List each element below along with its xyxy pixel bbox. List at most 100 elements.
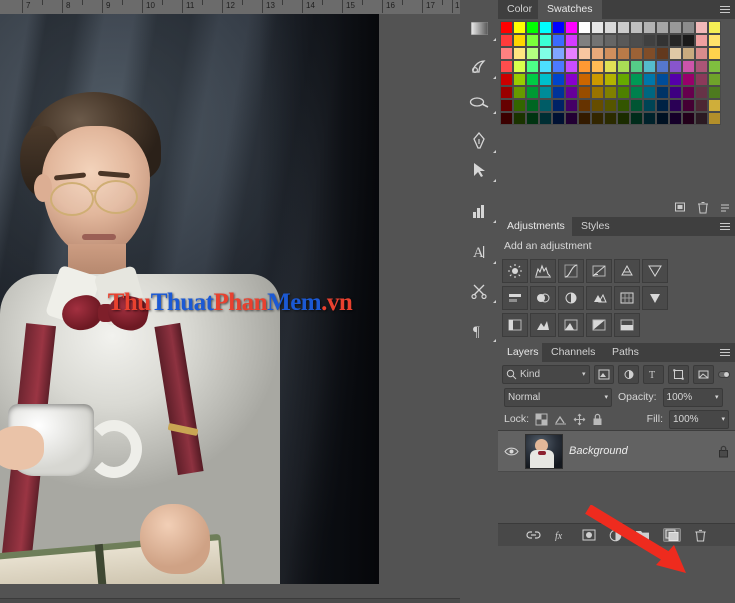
color-swatch[interactable] xyxy=(565,34,578,47)
new-layer-icon[interactable] xyxy=(663,528,681,542)
color-swatch[interactable] xyxy=(513,60,526,73)
color-swatch[interactable] xyxy=(643,73,656,86)
swatch-grid[interactable] xyxy=(500,21,721,125)
pixel-layer-filter-icon[interactable] xyxy=(593,364,615,384)
type-layer-filter-icon[interactable]: T xyxy=(643,364,665,384)
posterize-icon[interactable] xyxy=(502,313,528,337)
color-swatch[interactable] xyxy=(669,86,682,99)
chevron-down-icon[interactable]: ▾ xyxy=(604,393,608,401)
tab-paths[interactable]: Paths xyxy=(603,343,648,362)
color-swatch[interactable] xyxy=(695,86,708,99)
vibrance-icon[interactable] xyxy=(614,259,640,283)
color-swatch[interactable] xyxy=(591,73,604,86)
color-swatch[interactable] xyxy=(682,99,695,112)
color-swatch[interactable] xyxy=(500,21,513,34)
color-swatch[interactable] xyxy=(630,99,643,112)
color-balance-icon[interactable] xyxy=(502,286,528,310)
invert-icon[interactable] xyxy=(642,286,668,310)
brightness-contrast-icon[interactable] xyxy=(502,259,528,283)
color-swatch[interactable] xyxy=(500,34,513,47)
layer-name[interactable]: Background xyxy=(569,445,712,457)
tool-blur[interactable] xyxy=(460,52,498,81)
color-swatch[interactable] xyxy=(565,60,578,73)
color-swatch[interactable] xyxy=(578,73,591,86)
exposure-icon[interactable] xyxy=(586,259,612,283)
color-swatch[interactable] xyxy=(604,73,617,86)
color-swatch[interactable] xyxy=(708,86,721,99)
color-swatch[interactable] xyxy=(643,60,656,73)
color-swatch[interactable] xyxy=(565,73,578,86)
layer-filter-kind-select[interactable]: Kind ▾ xyxy=(502,364,590,384)
color-swatch[interactable] xyxy=(526,99,539,112)
color-swatch[interactable] xyxy=(513,34,526,47)
chevron-down-icon[interactable]: ▾ xyxy=(721,415,725,423)
color-swatch[interactable] xyxy=(669,47,682,60)
color-swatch[interactable] xyxy=(682,34,695,47)
color-swatch[interactable] xyxy=(591,112,604,125)
horizontal-scrollbar[interactable] xyxy=(0,598,460,603)
color-swatch[interactable] xyxy=(552,34,565,47)
color-swatch[interactable] xyxy=(682,73,695,86)
color-swatch[interactable] xyxy=(539,99,552,112)
color-swatch[interactable] xyxy=(565,112,578,125)
lock-image-pixels-icon[interactable] xyxy=(554,413,567,426)
color-swatch[interactable] xyxy=(708,47,721,60)
color-swatch[interactable] xyxy=(630,60,643,73)
tab-styles[interactable]: Styles xyxy=(572,217,619,236)
smart-object-filter-icon[interactable] xyxy=(693,364,714,384)
color-swatch[interactable] xyxy=(539,34,552,47)
color-swatch[interactable] xyxy=(565,86,578,99)
levels-icon[interactable] xyxy=(530,259,556,283)
color-swatch[interactable] xyxy=(526,47,539,60)
tab-swatches[interactable]: Swatches xyxy=(538,0,602,19)
color-swatch[interactable] xyxy=(617,112,630,125)
threshold-icon[interactable] xyxy=(530,313,556,337)
new-group-icon[interactable] xyxy=(635,529,650,541)
color-swatch[interactable] xyxy=(604,60,617,73)
filter-toggle-icon[interactable] xyxy=(718,365,731,383)
color-swatch[interactable] xyxy=(695,112,708,125)
color-swatch[interactable] xyxy=(513,99,526,112)
color-swatch[interactable] xyxy=(578,99,591,112)
chevron-down-icon[interactable]: ▾ xyxy=(715,393,719,401)
color-swatch[interactable] xyxy=(539,47,552,60)
tab-layers[interactable]: Layers xyxy=(498,343,548,362)
tool-scissors[interactable] xyxy=(460,276,498,305)
layer-thumbnail[interactable] xyxy=(525,433,563,469)
color-swatch[interactable] xyxy=(669,112,682,125)
new-swatch-icon[interactable] xyxy=(674,201,687,214)
table-row[interactable]: Background xyxy=(498,431,735,472)
color-swatch[interactable] xyxy=(539,21,552,34)
add-layer-style-icon[interactable]: fx xyxy=(554,529,569,541)
color-swatch[interactable] xyxy=(656,73,669,86)
color-swatch[interactable] xyxy=(656,34,669,47)
color-swatch[interactable] xyxy=(656,99,669,112)
color-swatch[interactable] xyxy=(513,112,526,125)
adjustment-layer-filter-icon[interactable] xyxy=(618,364,640,384)
color-swatch[interactable] xyxy=(552,47,565,60)
color-swatch[interactable] xyxy=(513,47,526,60)
color-swatch[interactable] xyxy=(708,34,721,47)
color-swatch[interactable] xyxy=(695,73,708,86)
color-swatch[interactable] xyxy=(630,34,643,47)
color-swatch[interactable] xyxy=(526,73,539,86)
color-swatch[interactable] xyxy=(578,21,591,34)
swatches-body[interactable] xyxy=(498,19,735,217)
color-swatch[interactable] xyxy=(604,34,617,47)
layer-list[interactable]: Background xyxy=(498,431,735,523)
color-swatch[interactable] xyxy=(617,60,630,73)
color-swatch[interactable] xyxy=(526,60,539,73)
color-swatch[interactable] xyxy=(500,86,513,99)
color-swatch[interactable] xyxy=(500,60,513,73)
document-image[interactable]: ThuThuatPhanMem.vn xyxy=(0,14,379,584)
lock-position-icon[interactable] xyxy=(573,413,586,426)
channel-mixer-icon[interactable] xyxy=(586,286,612,310)
color-swatch[interactable] xyxy=(682,86,695,99)
color-swatch[interactable] xyxy=(591,21,604,34)
color-swatch[interactable] xyxy=(617,73,630,86)
color-swatch[interactable] xyxy=(682,60,695,73)
color-swatch[interactable] xyxy=(604,21,617,34)
color-swatch[interactable] xyxy=(617,21,630,34)
color-swatch[interactable] xyxy=(682,112,695,125)
tool-type[interactable]: A xyxy=(460,237,498,266)
